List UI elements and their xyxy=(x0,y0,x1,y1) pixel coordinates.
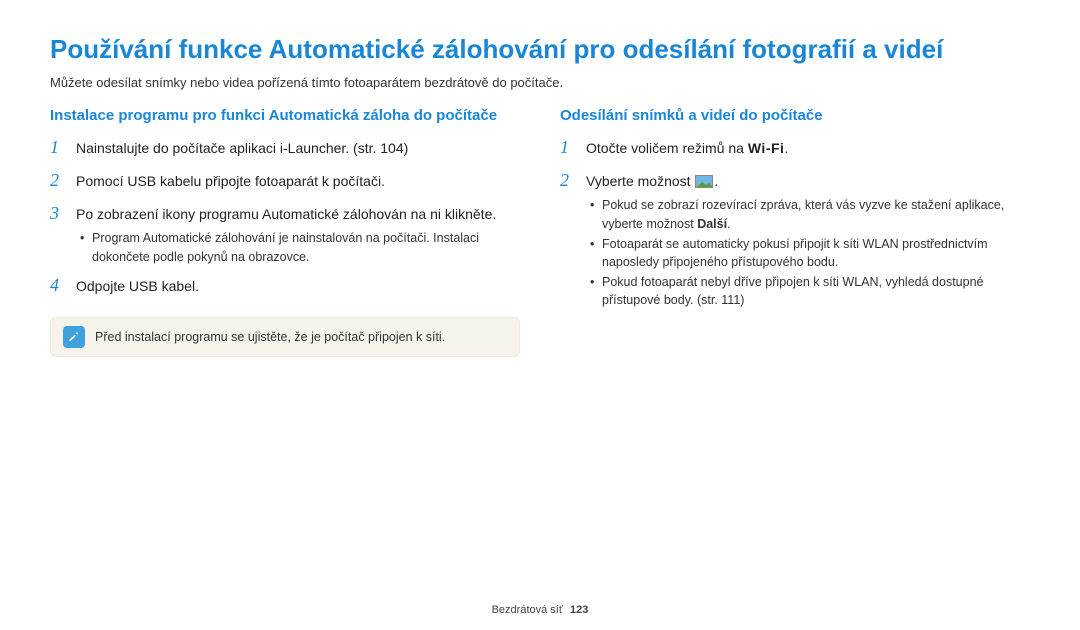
text-fragment: . xyxy=(727,217,730,231)
page-title: Používání funkce Automatické zálohování … xyxy=(50,34,1030,65)
left-step-1: 1 Nainstalujte do počítače aplikaci i-La… xyxy=(50,134,520,161)
footer-section: Bezdrátová síť xyxy=(492,604,563,616)
right-column: Odesílání snímků a videí do počítače 1 O… xyxy=(560,106,1030,357)
page-number: 123 xyxy=(570,604,588,616)
step-number: 3 xyxy=(50,200,66,227)
left-column: Instalace programu pro funkci Automatick… xyxy=(50,106,520,357)
step-number: 1 xyxy=(560,134,576,161)
step-number: 2 xyxy=(560,167,576,194)
step-text: Po zobrazení ikony programu Automatické … xyxy=(76,204,496,225)
two-column-layout: Instalace programu pro funkci Automatick… xyxy=(50,106,1030,357)
page-footer: Bezdrátová síť 123 xyxy=(0,604,1080,616)
text-fragment: . xyxy=(714,173,718,189)
right-bullet-3: Pokud fotoaparát nebyl dříve připojen k … xyxy=(590,273,1030,309)
manual-page: Používání funkce Automatické zálohování … xyxy=(0,0,1080,630)
right-step-2: 2 Vyberte možnost . xyxy=(560,167,1030,194)
text-fragment: Vyberte možnost xyxy=(586,173,694,189)
step-number: 2 xyxy=(50,167,66,194)
note-box: Před instalací programu se ujistěte, že … xyxy=(50,317,520,357)
left-step-4: 4 Odpojte USB kabel. xyxy=(50,272,520,299)
text-fragment: Otočte voličem režimů na xyxy=(586,140,748,156)
step-number: 4 xyxy=(50,272,66,299)
left-step-3: 3 Po zobrazení ikony programu Automatick… xyxy=(50,200,520,227)
intro-text: Můžete odesílat snímky nebo videa poříze… xyxy=(50,75,1030,90)
right-bullet-2: Fotoaparát se automaticky pokusí připoji… xyxy=(590,235,1030,271)
right-heading: Odesílání snímků a videí do počítače xyxy=(560,106,1030,126)
step-text: Otočte voličem režimů na Wi-Fi. xyxy=(586,138,788,159)
strong-text: Další xyxy=(697,217,727,231)
note-text: Před instalací programu se ujistěte, že … xyxy=(95,330,445,344)
step-text: Nainstalujte do počítače aplikaci i-Laun… xyxy=(76,138,408,159)
photo-icon xyxy=(695,175,713,188)
right-step-1: 1 Otočte voličem režimů na Wi-Fi. xyxy=(560,134,1030,161)
text-fragment: Pokud se zobrazí rozevírací zpráva, kter… xyxy=(602,198,1004,230)
step-number: 1 xyxy=(50,134,66,161)
right-bullet-1: Pokud se zobrazí rozevírací zpráva, kter… xyxy=(590,196,1030,232)
text-fragment: . xyxy=(784,140,788,156)
left-step-2: 2 Pomocí USB kabelu připojte fotoaparát … xyxy=(50,167,520,194)
left-heading: Instalace programu pro funkci Automatick… xyxy=(50,106,520,126)
wifi-label: Wi-Fi xyxy=(748,140,785,156)
left-step-3-sub: Program Automatické zálohování je nainst… xyxy=(80,229,520,265)
step-text: Pomocí USB kabelu připojte fotoaparát k … xyxy=(76,171,385,192)
step-text: Vyberte možnost . xyxy=(586,171,718,192)
step-text: Odpojte USB kabel. xyxy=(76,276,199,297)
info-icon xyxy=(63,326,85,348)
